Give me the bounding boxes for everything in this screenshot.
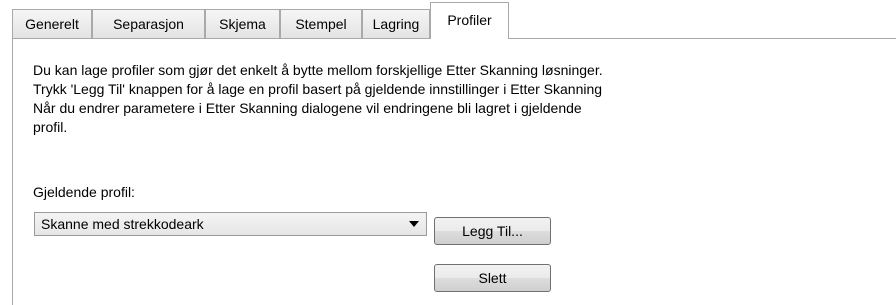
description-line: Trykk 'Legg Til' knappen for å lage en p…: [33, 81, 603, 97]
add-profile-button[interactable]: Legg Til...: [434, 217, 551, 245]
tab-skjema[interactable]: Skjema: [205, 9, 280, 38]
tab-separasjon[interactable]: Separasjon: [92, 9, 205, 38]
profiler-panel: Du kan lage profiler som gjør det enkelt…: [12, 38, 896, 305]
description-text: Du kan lage profiler som gjør det enkelt…: [33, 61, 753, 137]
description-line: profil.: [33, 119, 68, 135]
tab-strip: Generelt Separasjon Skjema Stempel Lagri…: [12, 0, 896, 40]
current-profile-label: Gjeldende profil:: [33, 184, 135, 200]
tab-generelt[interactable]: Generelt: [12, 9, 92, 38]
description-line: Når du endrer parametere i Etter Skannin…: [33, 100, 582, 116]
delete-profile-button[interactable]: Slett: [434, 264, 551, 292]
profile-dropdown[interactable]: Skanne med strekkodeark: [34, 212, 427, 236]
description-line: Du kan lage profiler som gjør det enkelt…: [33, 62, 603, 78]
tab-profiler[interactable]: Profiler: [430, 2, 509, 39]
tab-stempel[interactable]: Stempel: [280, 9, 362, 38]
chevron-down-icon[interactable]: [402, 213, 426, 235]
profile-dropdown-value: Skanne med strekkodeark: [41, 216, 204, 232]
tab-lagring[interactable]: Lagring: [362, 9, 430, 38]
